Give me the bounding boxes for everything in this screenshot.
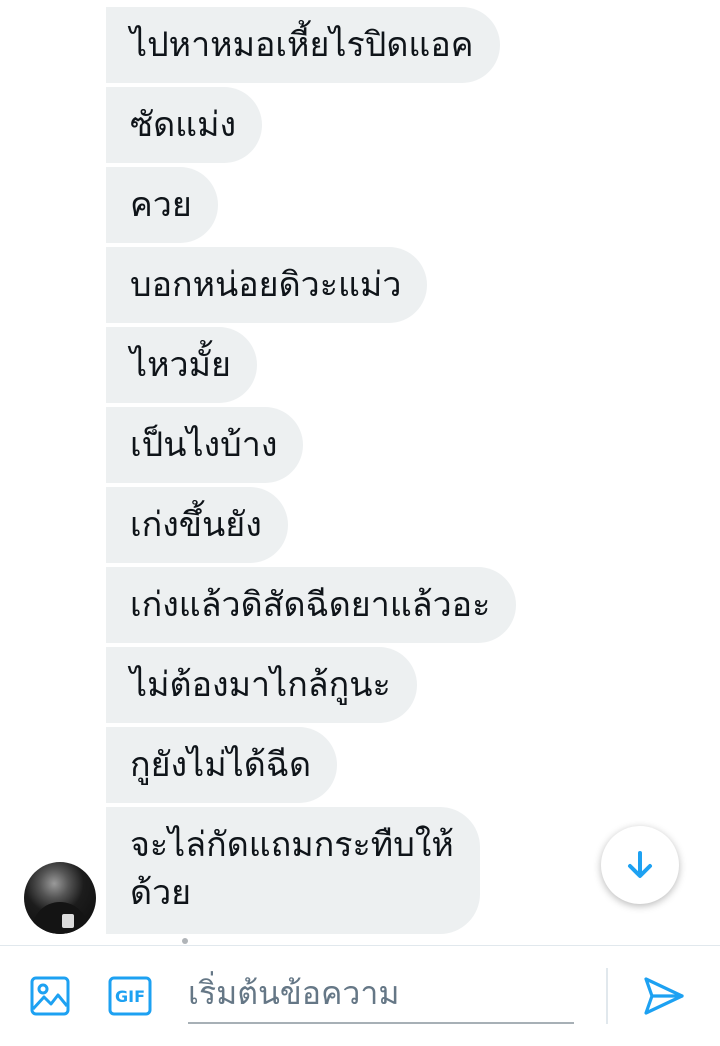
message-bubble[interactable]: ไหวมั้ย <box>106 327 257 403</box>
message-bubble[interactable]: ไปหาหมอเหี้ยไรปิดแอค <box>106 7 500 83</box>
message-bubble[interactable]: จะไล่กัดแถมกระทืบให้ ด้วย <box>106 807 480 934</box>
image-icon <box>30 976 70 1016</box>
message-input-wrapper <box>188 964 574 1024</box>
message-bubble[interactable]: เก่งแล้วดิสัดฉีดยาแล้วอะ <box>106 567 517 643</box>
sender-avatar[interactable] <box>24 862 96 934</box>
avatar-figure <box>32 902 88 934</box>
send-icon <box>644 977 684 1015</box>
send-button[interactable] <box>638 970 690 1022</box>
message-input[interactable] <box>188 964 574 1022</box>
message-bubble[interactable]: เป็นไงบ้าง <box>106 407 304 483</box>
composer-divider <box>606 968 608 1024</box>
message-bubble[interactable]: กูยังไม่ได้ฉีด <box>106 727 338 803</box>
message-bubble[interactable]: เก่งขึ้นยัง <box>106 487 288 563</box>
scroll-to-bottom-button[interactable] <box>601 826 679 904</box>
message-list[interactable]: ไปหาหมอเหี้ยไรปิดแอค ซัดแม่ง ควย บอกหน่อ… <box>0 0 720 945</box>
message-bubble[interactable]: ซัดแม่ง <box>106 87 263 163</box>
dm-conversation-screen: ไปหาหมอเหี้ยไรปิดแอค ซัดแม่ง ควย บอกหน่อ… <box>0 0 720 1046</box>
add-gif-button[interactable]: GIF <box>104 970 156 1022</box>
add-image-button[interactable] <box>24 970 76 1022</box>
message-bubble[interactable]: ควย <box>106 167 218 243</box>
gif-label: GIF <box>114 986 145 1006</box>
message-bubble[interactable]: ไม่ต้องมาไกล้กูนะ <box>106 647 417 723</box>
next-message-peek <box>130 938 210 945</box>
message-composer: GIF <box>0 945 720 1046</box>
arrow-down-icon <box>628 851 652 878</box>
message-bubble[interactable]: บอกหน่อยดิวะแม่ว <box>106 247 428 323</box>
avatar-shirt-print <box>62 914 74 928</box>
